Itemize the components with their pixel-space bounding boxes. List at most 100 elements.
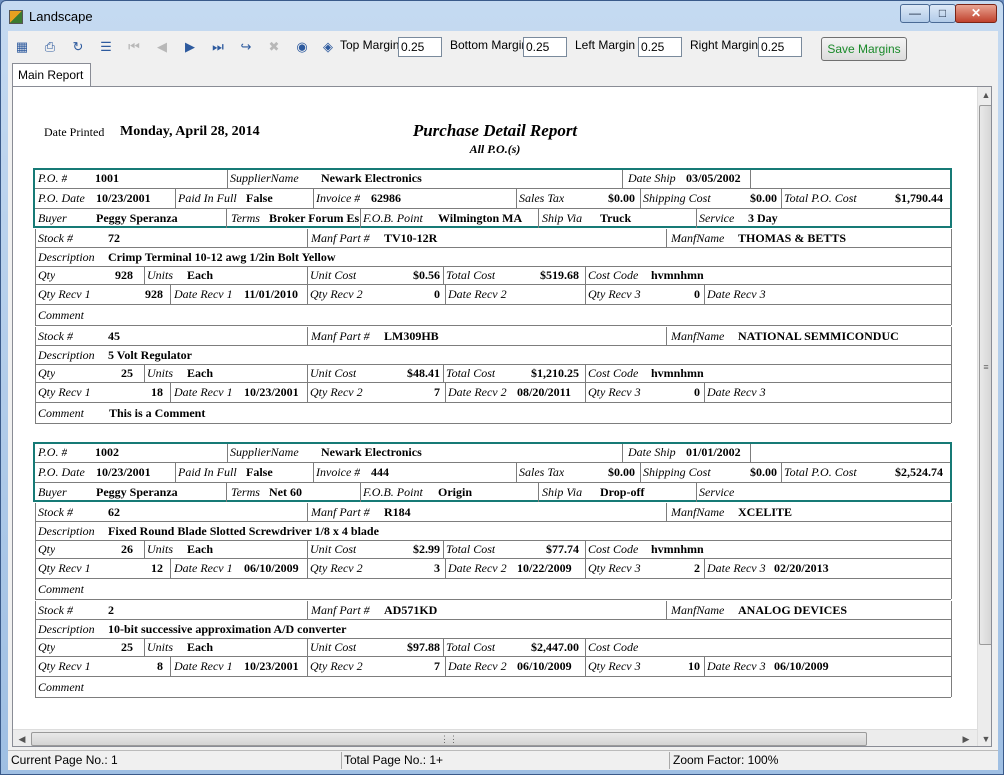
po-date-label: P.O. Date xyxy=(38,191,85,205)
sales-tax-value: $0.00 xyxy=(608,465,635,479)
bottom-margin-input[interactable] xyxy=(523,37,567,57)
units-value: Each xyxy=(187,366,214,380)
date-recv-3-value: 02/20/2013 xyxy=(774,561,829,575)
cell-divider xyxy=(445,382,446,402)
units-label: Units xyxy=(147,268,174,282)
cell-divider xyxy=(445,558,446,578)
maximize-button[interactable]: □ xyxy=(929,4,956,23)
date-recv-2-value: 08/20/2011 xyxy=(517,385,572,399)
cell-divider xyxy=(781,462,782,482)
refresh-icon[interactable]: ↻ xyxy=(70,39,86,55)
manf-name-label: ManfName xyxy=(671,505,725,519)
units-label: Units xyxy=(147,640,174,654)
paid-in-full-value: False xyxy=(246,465,273,479)
buyer-value: Peggy Speranza xyxy=(96,485,178,499)
horizontal-scrollbar[interactable]: ◀ ⋮⋮ ▶ xyxy=(13,729,977,746)
next-page-icon[interactable]: ▶ xyxy=(182,39,198,55)
unit-cost-label: Unit Cost xyxy=(310,366,357,380)
scroll-down-icon[interactable]: ▼ xyxy=(978,731,991,746)
horizontal-scroll-thumb[interactable]: ⋮⋮ xyxy=(31,732,867,746)
previous-page-icon[interactable]: ◀ xyxy=(154,39,170,55)
qty-recv-1-value: 18 xyxy=(151,385,163,399)
qty-recv-1-label: Qty Recv 1 xyxy=(38,287,91,301)
title-bar: Landscape — □ ✕ xyxy=(1,1,1003,31)
left-margin-input[interactable] xyxy=(638,37,682,57)
cell-divider xyxy=(307,266,308,284)
right-margin-input[interactable] xyxy=(758,37,802,57)
cost-code-label: Cost Code xyxy=(588,366,639,380)
goto-page-icon[interactable]: ↪ xyxy=(238,39,254,55)
qty-recv-3-label: Qty Recv 3 xyxy=(588,659,641,673)
row-rule xyxy=(35,304,951,305)
row-rule xyxy=(35,697,951,698)
cell-divider xyxy=(696,482,697,502)
manf-name-label: ManfName xyxy=(671,603,725,617)
status-bar: Current Page No.: 1 Total Page No.: 1+ Z… xyxy=(8,750,998,770)
print-icon[interactable]: ⎙ xyxy=(42,39,58,55)
vertical-scrollbar[interactable]: ▲ ≡ ▼ xyxy=(977,87,991,746)
report-title: Purchase Detail Report xyxy=(412,121,578,140)
cell-divider xyxy=(307,558,308,578)
fob-value: Wilmington MA xyxy=(438,211,523,225)
cell-divider xyxy=(443,364,444,382)
cell-divider xyxy=(781,188,782,208)
qty-label: Qty xyxy=(38,366,56,380)
find-icon[interactable]: ◉ xyxy=(294,39,310,55)
close-button[interactable]: ✕ xyxy=(955,4,997,23)
zoom-icon[interactable]: ◈ xyxy=(320,39,336,55)
cell-divider xyxy=(313,462,314,482)
scroll-up-icon[interactable]: ▲ xyxy=(978,87,991,103)
cell-divider xyxy=(704,558,705,578)
comment-label: Comment xyxy=(38,406,84,420)
minimize-button[interactable]: — xyxy=(900,4,930,23)
cell-divider xyxy=(307,327,308,345)
cell-divider xyxy=(170,558,171,578)
cell-divider xyxy=(227,444,228,462)
cell-divider xyxy=(144,266,145,284)
cell-divider xyxy=(307,364,308,382)
units-value: Each xyxy=(187,640,214,654)
total-po-cost-label: Total P.O. Cost xyxy=(784,191,857,205)
po-number-value: 1001 xyxy=(95,171,119,185)
top-margin-input[interactable] xyxy=(398,37,442,57)
report-viewer: Date Printed Monday, April 28, 2014 Purcha… xyxy=(12,86,992,747)
group-tree-icon[interactable]: ☰ xyxy=(98,39,114,55)
save-margins-button[interactable]: Save Margins xyxy=(821,37,907,61)
qty-recv-3-label: Qty Recv 3 xyxy=(588,287,641,301)
total-po-cost-value: $2,524.74 xyxy=(895,465,943,479)
cell-divider xyxy=(307,601,308,619)
cell-divider xyxy=(538,482,539,502)
unit-cost-value: $48.41 xyxy=(407,366,440,380)
vertical-scroll-thumb[interactable]: ≡ xyxy=(979,105,991,645)
stop-icon[interactable]: ✖ xyxy=(266,39,282,55)
qty-recv-1-label: Qty Recv 1 xyxy=(38,659,91,673)
total-page-status: Total Page No.: 1+ xyxy=(344,753,444,767)
date-ship-value: 03/05/2002 xyxy=(686,171,741,185)
cost-code-label: Cost Code xyxy=(588,640,639,654)
row-rule xyxy=(35,345,951,346)
row-rule xyxy=(35,284,951,285)
scroll-right-icon[interactable]: ▶ xyxy=(959,731,973,746)
supplier-value: Newark Electronics xyxy=(321,445,422,459)
last-page-icon[interactable]: ⏭ xyxy=(210,39,226,55)
cell-divider xyxy=(307,229,308,247)
units-value: Each xyxy=(187,542,214,556)
qty-recv-2-value: 7 xyxy=(434,659,440,673)
manf-part-value: AD571KD xyxy=(384,603,438,617)
row-rule xyxy=(35,247,951,248)
qty-recv-3-value: 0 xyxy=(694,287,700,301)
cell-divider xyxy=(585,638,586,656)
cell-divider xyxy=(622,170,623,188)
export-icon[interactable]: ▦ xyxy=(14,39,30,55)
qty-recv-1-value: 12 xyxy=(151,561,163,575)
scroll-left-icon[interactable]: ◀ xyxy=(15,731,29,746)
manf-name-label: ManfName xyxy=(671,231,725,245)
date-recv-2-label: Date Recv 2 xyxy=(448,385,507,399)
ship-via-label: Ship Via xyxy=(542,485,583,499)
tab-main-report[interactable]: Main Report xyxy=(12,63,91,86)
first-page-icon[interactable]: ⏮ xyxy=(126,39,142,55)
cell-divider xyxy=(538,208,539,228)
cell-divider xyxy=(704,284,705,304)
window-title: Landscape xyxy=(29,9,93,24)
po-date-value: 10/23/2001 xyxy=(96,465,151,479)
